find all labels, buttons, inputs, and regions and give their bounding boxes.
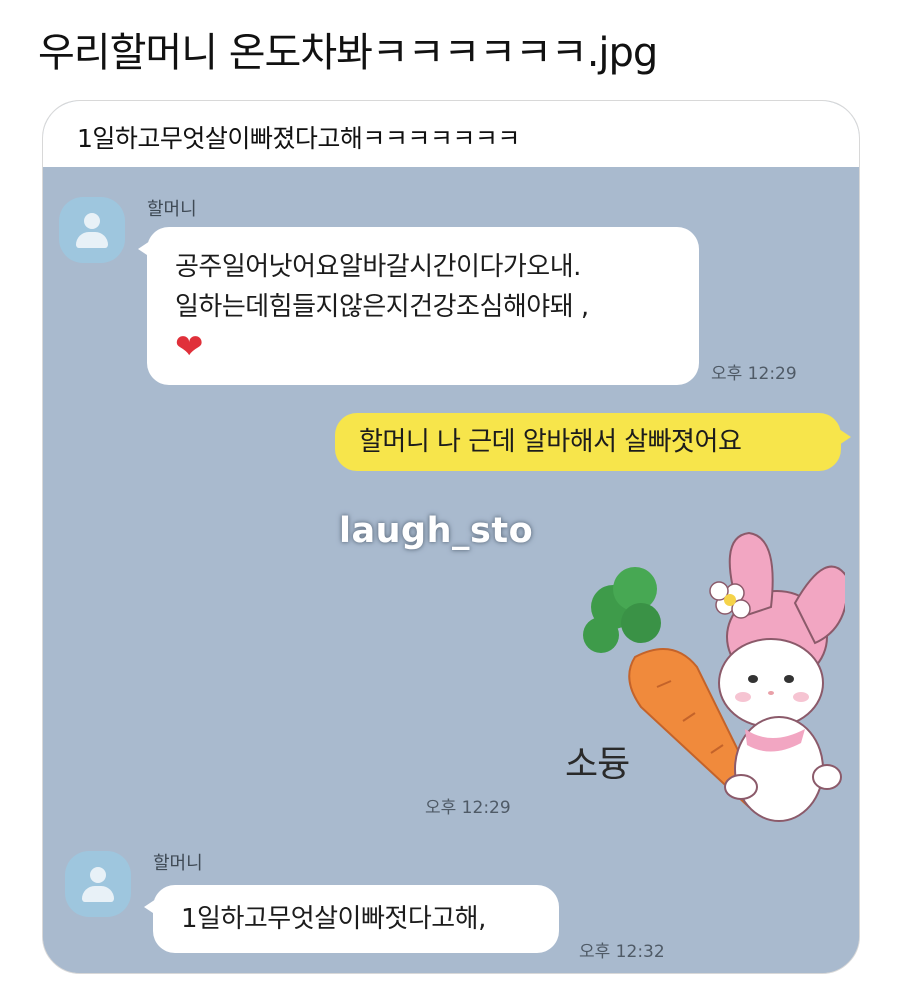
message-line: 일하는데힘들지않은지건강조심해야돼 ,	[175, 292, 589, 322]
message-text: 1일하고무엇살이빠젓다고해,	[181, 904, 486, 934]
message-bubble-incoming[interactable]: 1일하고무엇살이빠젓다고해,	[144, 885, 559, 953]
message-text: 할머니 나 근데 알바해서 살빠졋어요	[359, 427, 742, 457]
card-caption: 1일하고무엇살이빠졌다고해ㅋㅋㅋㅋㅋㅋㅋ	[43, 101, 859, 167]
sticker-caption: 소듕	[565, 744, 630, 785]
sender-avatar[interactable]	[65, 851, 131, 917]
post-title: 우리할머니 온도차봐ㅋㅋㅋㅋㅋㅋ.jpg	[38, 30, 658, 76]
sender-name: 할머니	[147, 199, 197, 220]
message-line: 공주일어낫어요알바갈시간이다가오내.	[175, 252, 581, 282]
message-time: 오후 12:29	[425, 798, 511, 818]
watermark: laugh_sto	[339, 511, 534, 551]
message-bubble-outgoing[interactable]: 할머니 나 근데 알바해서 살빠졋어요	[335, 413, 851, 471]
person-icon	[90, 867, 106, 883]
message-time: 오후 12:32	[579, 942, 665, 962]
person-icon	[84, 213, 100, 229]
chat-area[interactable]: 할머니 공주일어낫어요알바갈시간이다가오내. 일하는데힘들지않은지건강조심해야돼…	[43, 167, 859, 973]
sender-name: 할머니	[153, 853, 203, 874]
my-melody-carrot-sticker[interactable]	[565, 507, 845, 867]
heart-icon: ❤	[175, 327, 204, 367]
message-bubble-incoming[interactable]: 공주일어낫어요알바갈시간이다가오내. 일하는데힘들지않은지건강조심해야돼 , ❤	[138, 227, 699, 385]
sender-avatar[interactable]	[59, 197, 125, 263]
message-time: 오후 12:29	[711, 364, 797, 384]
screenshot-card: 1일하고무엇살이빠졌다고해ㅋㅋㅋㅋㅋㅋㅋ 할머니 공주일어낫어요알바갈시간이다가…	[42, 100, 860, 974]
